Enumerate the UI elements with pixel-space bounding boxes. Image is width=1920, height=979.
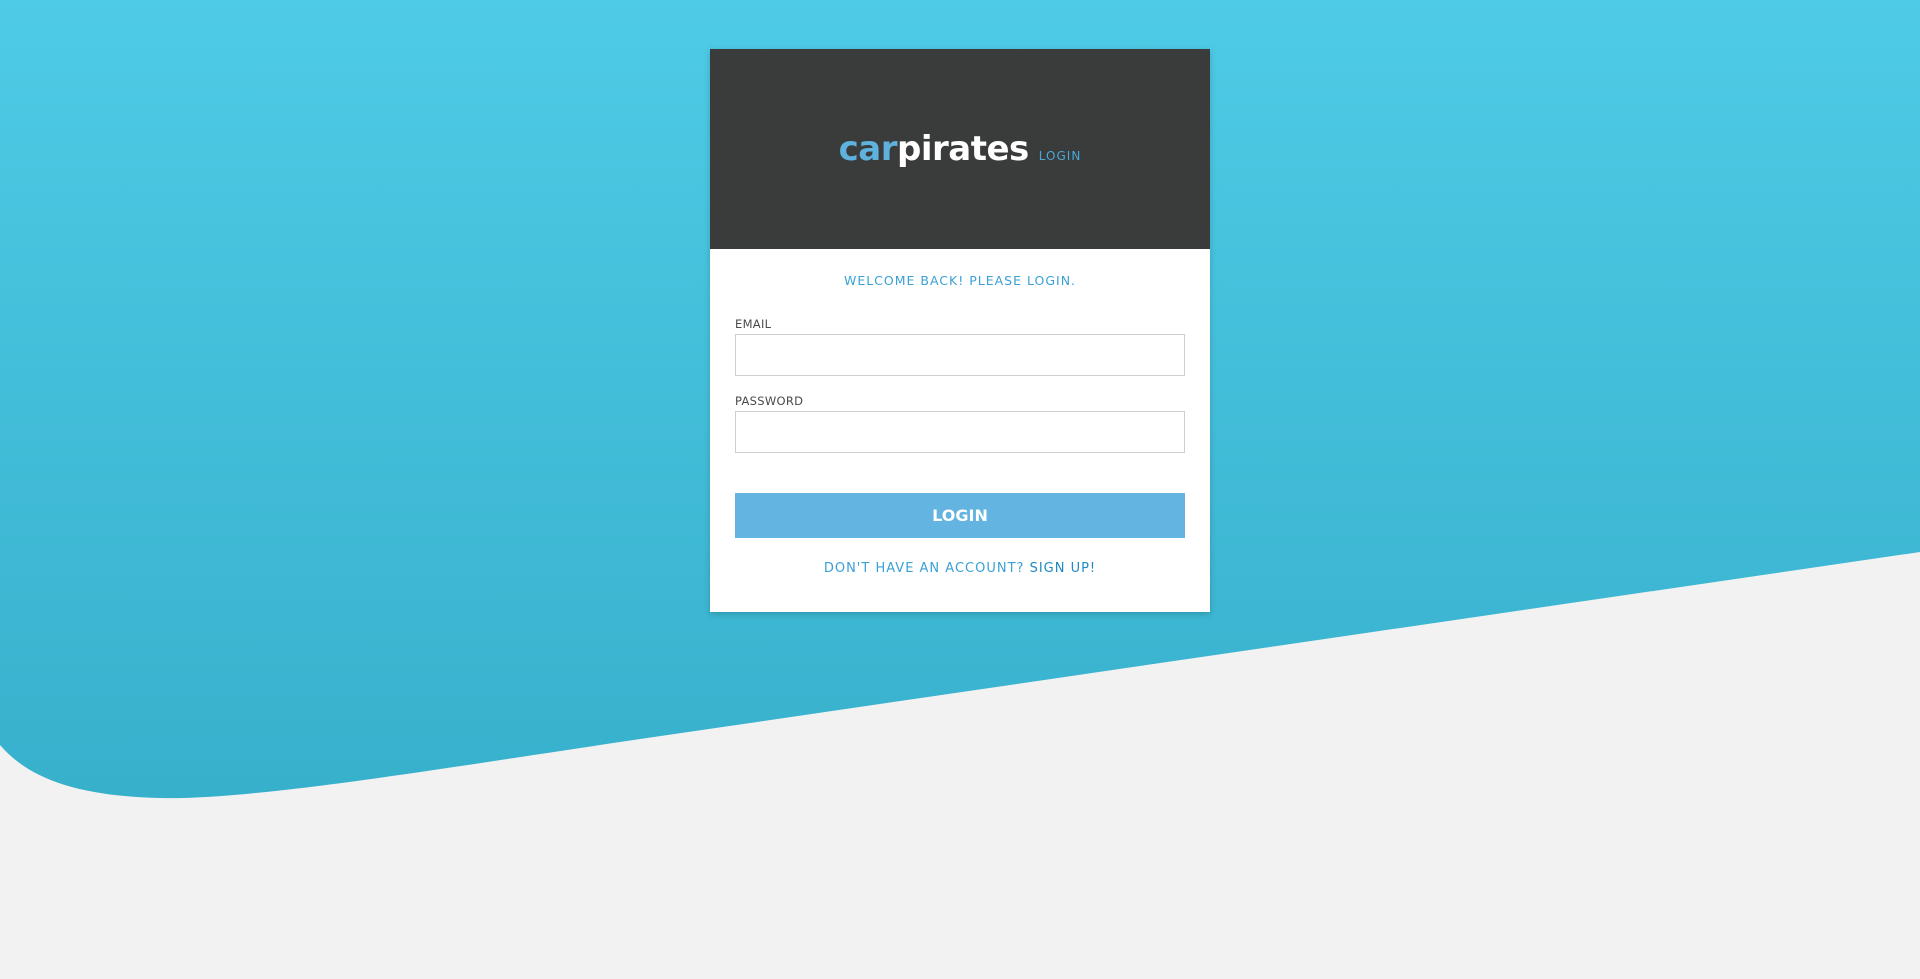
signup-prompt: DON'T HAVE AN ACCOUNT?: [823, 561, 1030, 576]
email-field[interactable]: [735, 334, 1185, 376]
logo-car-text: car: [838, 129, 898, 169]
login-button[interactable]: LOGIN: [735, 493, 1185, 538]
login-card: car pirates LOGIN WELCOME BACK! PLEASE L…: [710, 49, 1210, 612]
logo: car pirates LOGIN: [839, 129, 1082, 169]
password-field[interactable]: [735, 411, 1185, 453]
password-label: PASSWORD: [735, 394, 804, 408]
logo-pirates-text: pirates: [897, 129, 1029, 169]
welcome-message: WELCOME BACK! PLEASE LOGIN.: [843, 273, 1077, 288]
card-body: WELCOME BACK! PLEASE LOGIN. EMAIL PASSWO…: [710, 249, 1210, 576]
email-label: EMAIL: [735, 317, 772, 331]
logo-login-tag: LOGIN: [1038, 149, 1082, 163]
signup-row: DON'T HAVE AN ACCOUNT? SIGN UP!: [735, 561, 1185, 576]
card-header: car pirates LOGIN: [710, 49, 1210, 249]
signup-link[interactable]: SIGN UP!: [1030, 561, 1097, 576]
